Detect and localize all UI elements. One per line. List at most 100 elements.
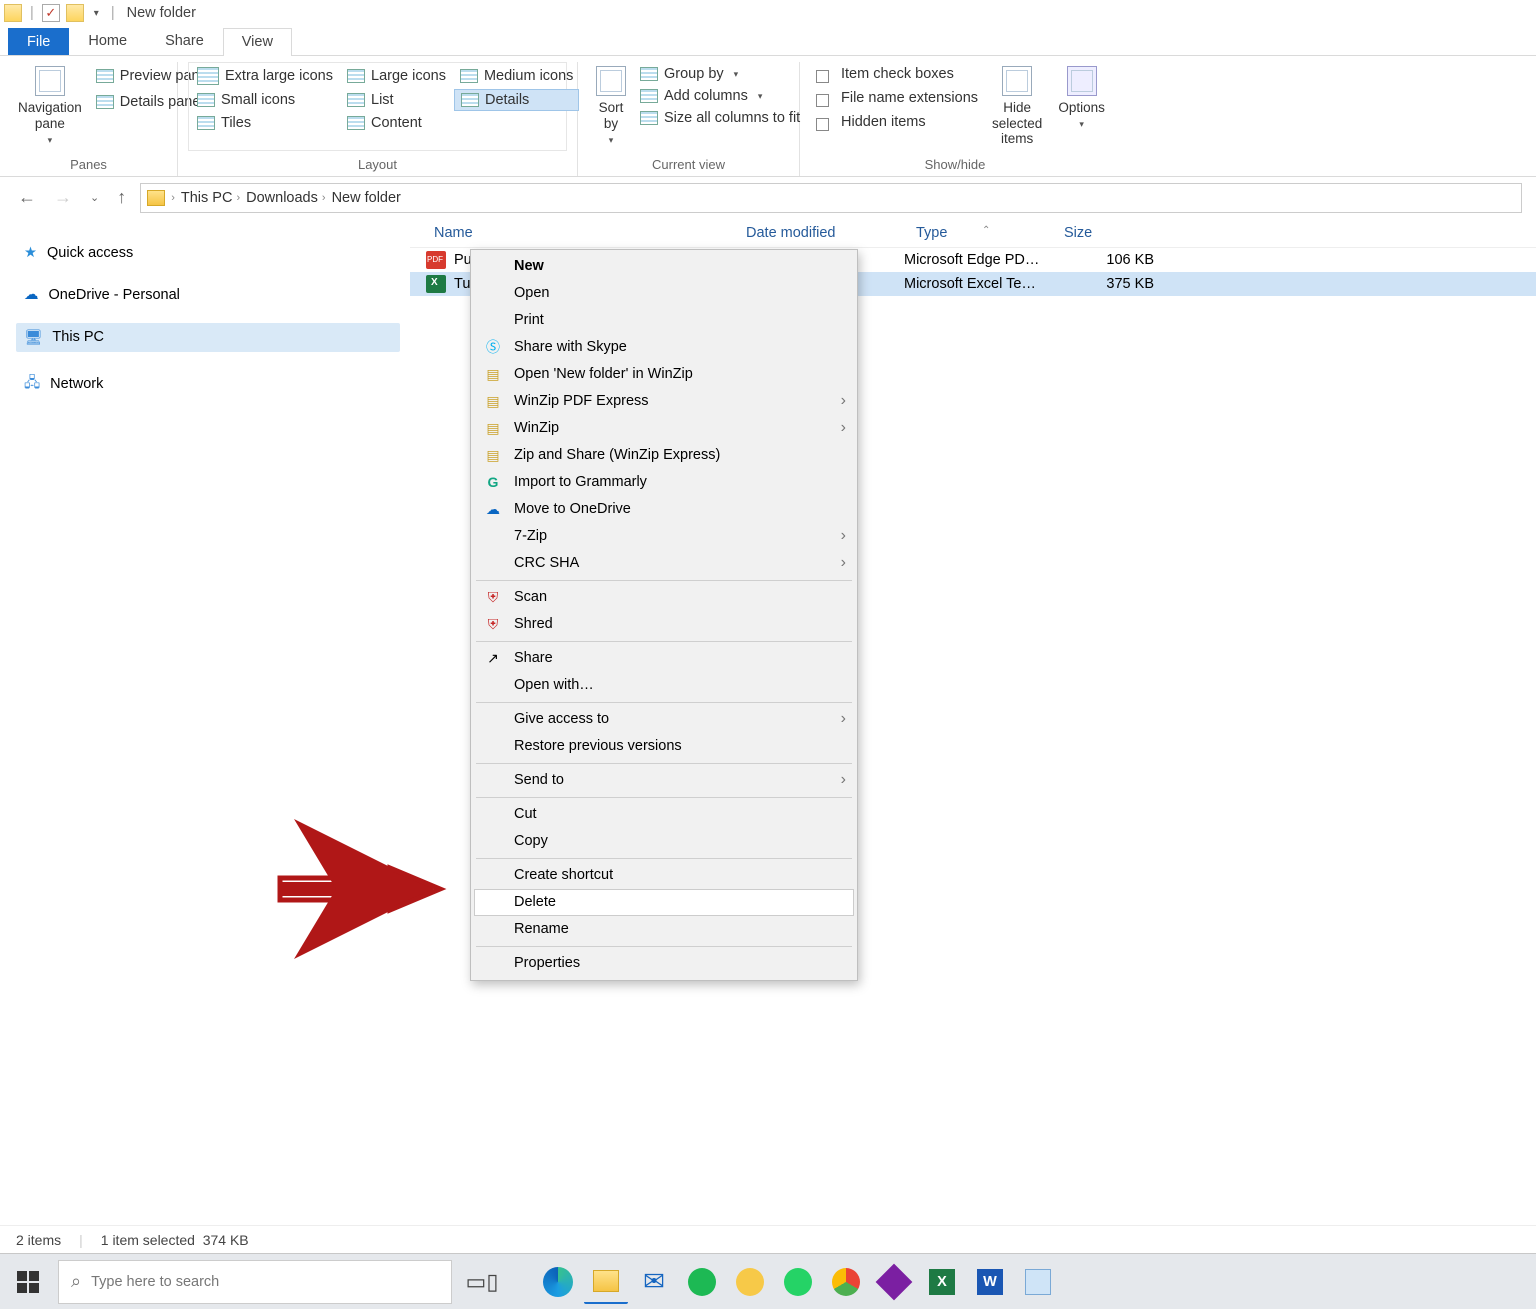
tree-quick-access[interactable]: ★Quick access bbox=[16, 239, 400, 267]
size-all-columns-button[interactable]: Size all columns to fit bbox=[634, 108, 806, 128]
sort-label: Sort by bbox=[596, 100, 626, 131]
up-button[interactable]: ↑ bbox=[113, 185, 130, 210]
layout-tiles[interactable]: Tiles bbox=[191, 113, 339, 133]
ctx-open-winzip[interactable]: ▤Open 'New folder' in WinZip bbox=[474, 361, 854, 388]
taskbar-app-purple[interactable] bbox=[872, 1260, 916, 1304]
ctx-open-with[interactable]: Open with… bbox=[474, 672, 854, 699]
layout-details[interactable]: Details bbox=[454, 89, 579, 111]
winzip-icon: ▤ bbox=[484, 365, 502, 383]
checkbox-icon bbox=[816, 94, 829, 107]
taskbar-app-yellow[interactable] bbox=[728, 1260, 772, 1304]
ctx-share-skype[interactable]: ⓈShare with Skype bbox=[474, 334, 854, 361]
ctx-properties[interactable]: Properties bbox=[474, 950, 854, 977]
ctx-crcsha[interactable]: CRC SHA› bbox=[474, 550, 854, 577]
tree-onedrive[interactable]: ☁OneDrive - Personal bbox=[16, 281, 400, 309]
col-name[interactable]: Name⌃ bbox=[426, 225, 738, 241]
file-size: 375 KB bbox=[1054, 276, 1154, 292]
start-button[interactable] bbox=[2, 1258, 54, 1306]
layout-large[interactable]: Large icons bbox=[341, 65, 452, 87]
ctx-delete[interactable]: Delete bbox=[474, 889, 854, 916]
ctx-restore[interactable]: Restore previous versions bbox=[474, 733, 854, 760]
ctx-send-to[interactable]: Send to› bbox=[474, 767, 854, 794]
tree-this-pc[interactable]: 🖥This PC bbox=[16, 323, 400, 352]
list-icon bbox=[347, 93, 365, 107]
blank-icon bbox=[484, 257, 502, 275]
ctx-winzip[interactable]: ▤WinZip› bbox=[474, 415, 854, 442]
taskbar-whatsapp[interactable] bbox=[776, 1260, 820, 1304]
ctx-share[interactable]: ↗Share bbox=[474, 645, 854, 672]
recent-locations-button[interactable]: ⌄ bbox=[86, 189, 103, 206]
taskbar: ⌕ Type here to search ▭▯ ✉ X W bbox=[0, 1253, 1536, 1309]
ctx-scan[interactable]: ⛨Scan bbox=[474, 584, 854, 611]
file-size: 106 KB bbox=[1054, 252, 1154, 268]
folder-icon bbox=[66, 4, 84, 22]
chevron-down-icon: ▾ bbox=[758, 91, 763, 102]
tab-view[interactable]: View bbox=[223, 28, 292, 56]
layout-content[interactable]: Content bbox=[341, 113, 452, 133]
taskbar-word[interactable]: W bbox=[968, 1260, 1012, 1304]
ctx-open[interactable]: Open bbox=[474, 280, 854, 307]
group-by-button[interactable]: Group by▾ bbox=[634, 64, 806, 84]
taskbar-excel[interactable]: X bbox=[920, 1260, 964, 1304]
taskbar-file-explorer[interactable] bbox=[584, 1260, 628, 1304]
ctx-print[interactable]: Print bbox=[474, 307, 854, 334]
group-by-icon bbox=[640, 67, 658, 81]
ctx-new[interactable]: New bbox=[474, 253, 854, 280]
column-headers: Name⌃ Date modified Type Size bbox=[410, 219, 1536, 248]
ctx-cut[interactable]: Cut bbox=[474, 801, 854, 828]
navigation-pane-button[interactable]: Navigation pane ▾ bbox=[10, 62, 90, 150]
chevron-down-icon: ▾ bbox=[734, 69, 739, 80]
ctx-7zip[interactable]: 7-Zip› bbox=[474, 523, 854, 550]
file-name-extensions[interactable]: File name extensions bbox=[810, 88, 984, 108]
add-columns-button[interactable]: Add columns▾ bbox=[634, 86, 806, 106]
details-pane-icon bbox=[96, 95, 114, 109]
ctx-give-access[interactable]: Give access to› bbox=[474, 706, 854, 733]
item-check-boxes[interactable]: Item check boxes bbox=[810, 64, 984, 84]
ctx-winzip-pdf[interactable]: ▤WinZip PDF Express› bbox=[474, 388, 854, 415]
tab-share[interactable]: Share bbox=[146, 27, 223, 55]
taskbar-calculator[interactable] bbox=[1016, 1260, 1060, 1304]
qa-check-icon[interactable]: ✓ bbox=[42, 4, 60, 22]
ctx-create-shortcut[interactable]: Create shortcut bbox=[474, 862, 854, 889]
ctx-grammarly[interactable]: GImport to Grammarly bbox=[474, 469, 854, 496]
ctx-zip-share[interactable]: ▤Zip and Share (WinZip Express) bbox=[474, 442, 854, 469]
layout-medium[interactable]: Medium icons bbox=[454, 65, 579, 87]
back-button[interactable]: ← bbox=[14, 185, 40, 210]
layout-extra-large[interactable]: Extra large icons bbox=[191, 65, 339, 87]
crumb-newfolder[interactable]: New folder bbox=[332, 190, 401, 206]
hide-selected-button[interactable]: Hide selected items bbox=[984, 62, 1050, 151]
folder-icon bbox=[4, 4, 22, 22]
hide-selected-icon bbox=[1002, 66, 1032, 96]
taskbar-edge[interactable] bbox=[536, 1260, 580, 1304]
taskbar-search[interactable]: ⌕ Type here to search bbox=[58, 1260, 452, 1304]
options-button[interactable]: Options ▾ bbox=[1050, 62, 1113, 134]
taskbar-chrome[interactable] bbox=[824, 1260, 868, 1304]
mail-icon: ✉ bbox=[643, 1266, 665, 1297]
ctx-rename[interactable]: Rename bbox=[474, 916, 854, 943]
task-view-button[interactable]: ▭▯ bbox=[456, 1258, 508, 1306]
tab-file[interactable]: File bbox=[8, 28, 69, 55]
col-size[interactable]: Size bbox=[1056, 225, 1156, 241]
crumb-this-pc[interactable]: This PC› bbox=[181, 190, 240, 206]
address-bar[interactable]: › This PC› Downloads› New folder bbox=[140, 183, 1522, 213]
tree-network[interactable]: 🖧Network bbox=[16, 366, 400, 403]
window-title: New folder bbox=[123, 5, 196, 21]
title-sep: | bbox=[28, 5, 36, 21]
layout-small[interactable]: Small icons bbox=[191, 89, 339, 111]
ctx-shred[interactable]: ⛨Shred bbox=[474, 611, 854, 638]
ctx-copy[interactable]: Copy bbox=[474, 828, 854, 855]
tab-home[interactable]: Home bbox=[69, 27, 146, 55]
shield-icon: ⛨ bbox=[484, 615, 502, 633]
forward-button[interactable]: → bbox=[50, 185, 76, 210]
small-icons-icon bbox=[197, 93, 215, 107]
crumb-downloads[interactable]: Downloads› bbox=[246, 190, 325, 206]
taskbar-spotify[interactable] bbox=[680, 1260, 724, 1304]
taskbar-mail[interactable]: ✉ bbox=[632, 1260, 676, 1304]
qa-dropdown-icon[interactable]: ▾ bbox=[90, 8, 103, 19]
hidden-items[interactable]: Hidden items bbox=[810, 112, 984, 132]
ctx-onedrive[interactable]: ☁Move to OneDrive bbox=[474, 496, 854, 523]
layout-list[interactable]: List bbox=[341, 89, 452, 111]
sort-by-button[interactable]: Sort by ▾ bbox=[588, 62, 634, 150]
col-modified[interactable]: Date modified bbox=[738, 225, 908, 241]
chevron-right-icon: › bbox=[841, 710, 846, 728]
